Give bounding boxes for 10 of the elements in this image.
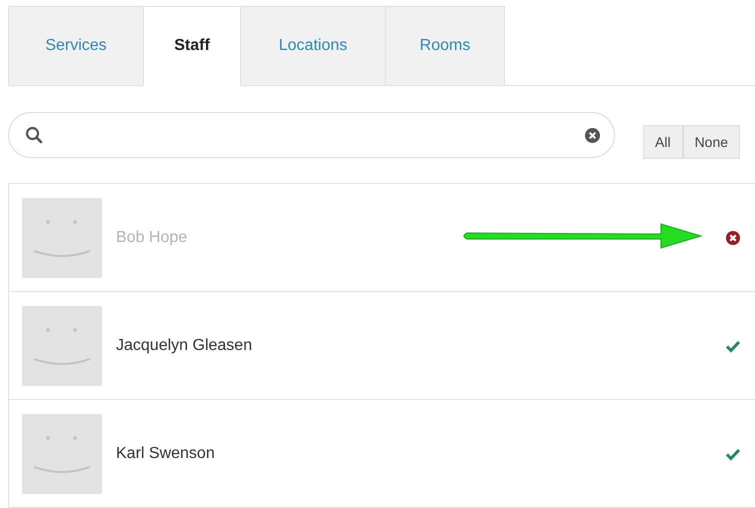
filter-button[interactable]: All bbox=[643, 125, 683, 159]
remove-icon[interactable] bbox=[725, 230, 741, 246]
search-field[interactable] bbox=[8, 112, 615, 158]
clear-icon[interactable] bbox=[585, 128, 600, 142]
filter-button[interactable]: None bbox=[682, 125, 740, 159]
staff-name: Jacquelyn Gleasen bbox=[116, 336, 254, 354]
staff-name: Bob Hope bbox=[116, 228, 188, 246]
search-icon bbox=[25, 126, 43, 144]
staff-name: Karl Swenson bbox=[116, 444, 216, 462]
tab[interactable]: Staff bbox=[143, 6, 240, 86]
